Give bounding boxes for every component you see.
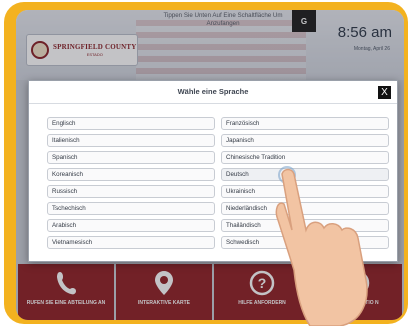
language-option[interactable]: Koreanisch xyxy=(47,168,215,181)
language-option[interactable]: Russisch xyxy=(47,185,215,198)
language-option[interactable]: Spanisch xyxy=(47,151,215,164)
close-button[interactable]: X xyxy=(378,86,391,99)
language-option[interactable]: Arabisch xyxy=(47,219,215,232)
dialog-title: Wähle eine Sprache xyxy=(177,87,249,96)
language-option[interactable]: Französisch xyxy=(221,117,389,130)
language-option[interactable]: Vietnamesisch xyxy=(47,236,215,249)
dialog-divider xyxy=(29,103,397,104)
language-option[interactable]: Japanisch xyxy=(221,134,389,147)
language-option[interactable]: Tschechisch xyxy=(47,202,215,215)
language-option[interactable]: Italienisch xyxy=(47,134,215,147)
language-option[interactable]: Englisch xyxy=(47,117,215,130)
hand-pointer-icon xyxy=(275,168,368,326)
